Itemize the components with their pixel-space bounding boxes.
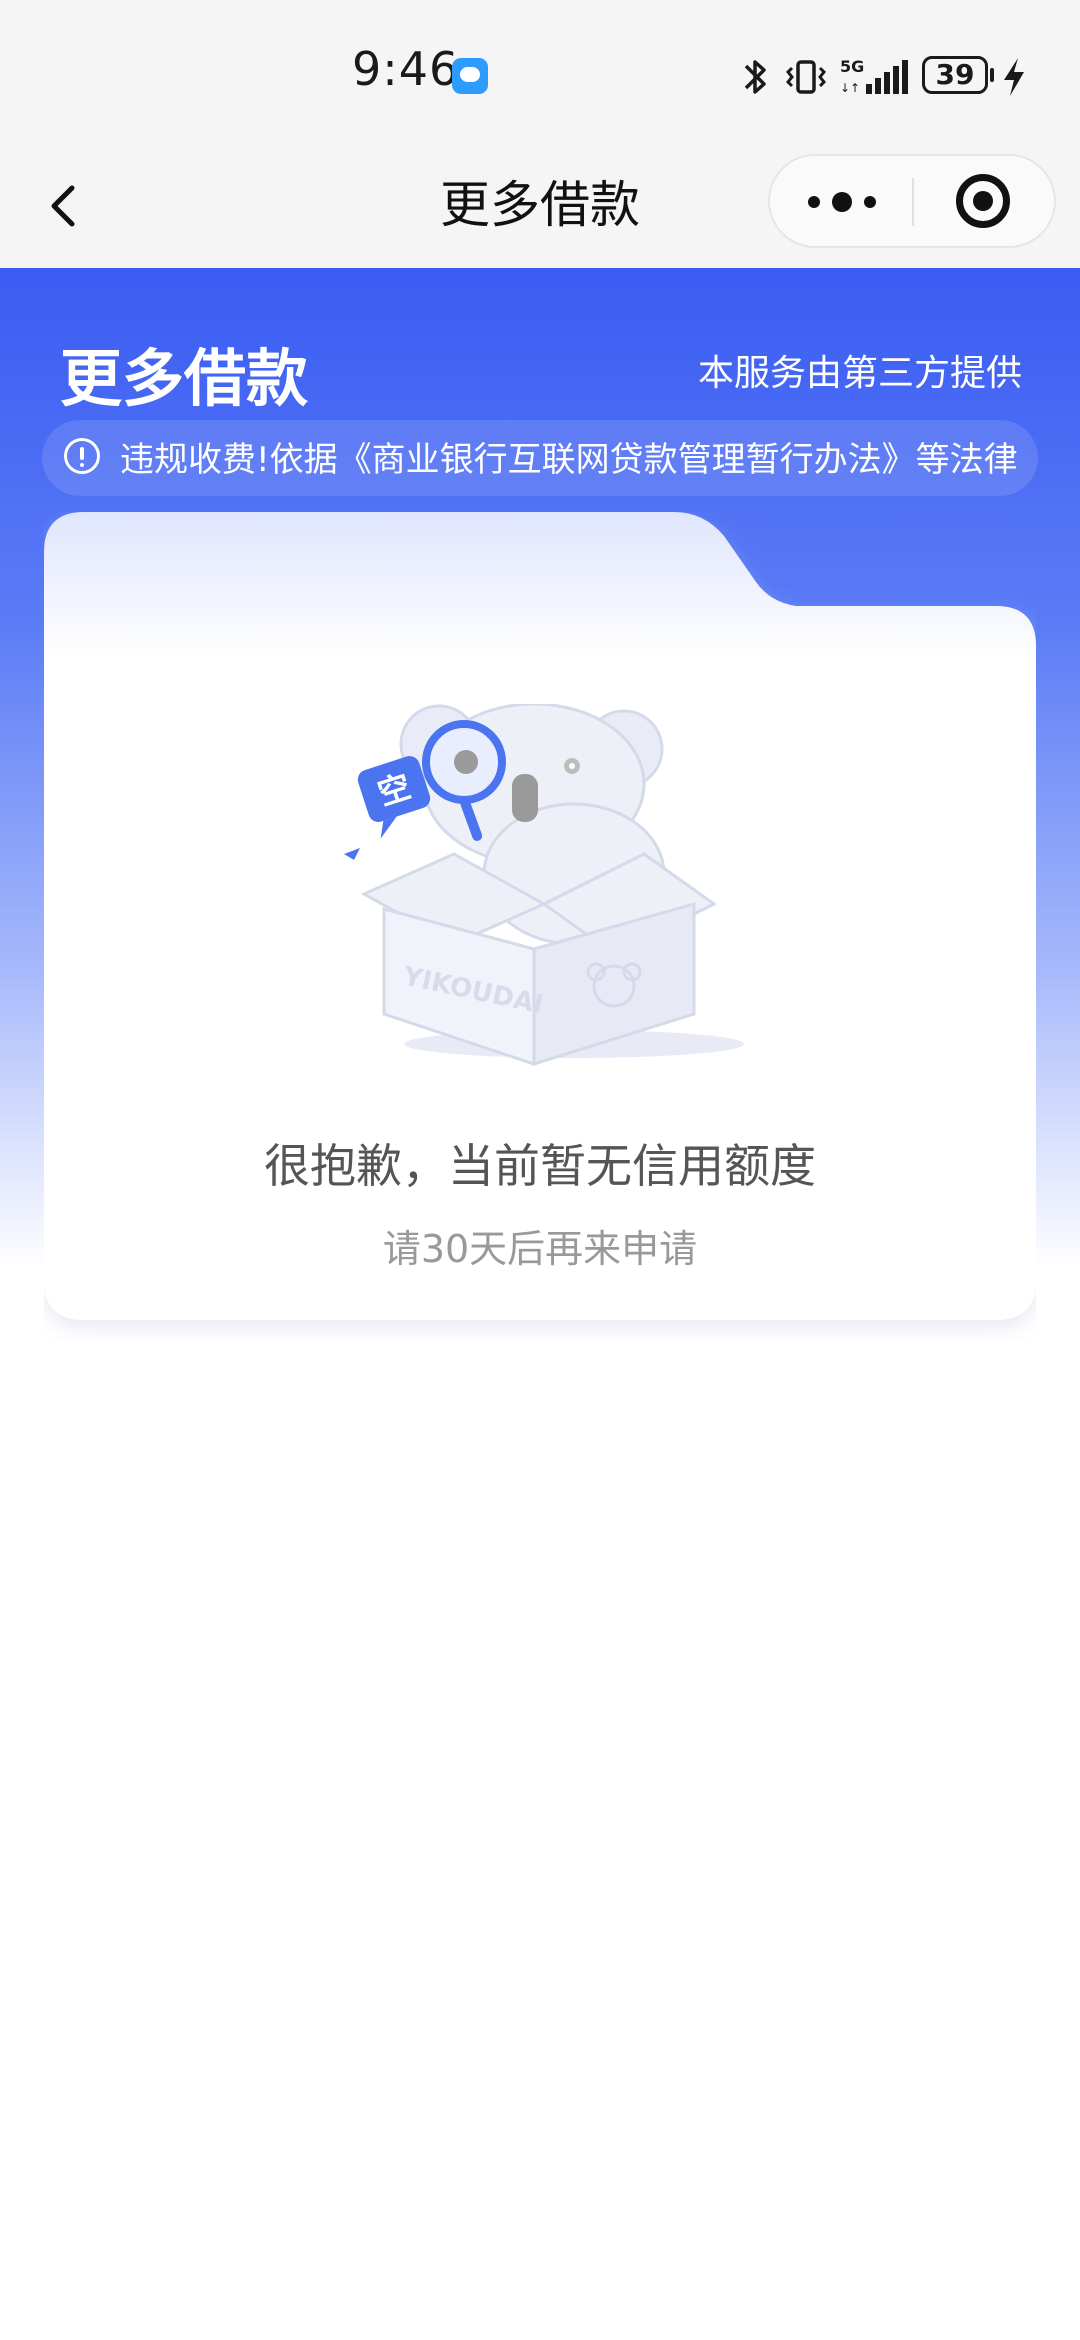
notice-text: 违规收费!依据《商业银行互联网贷款管理暂行办法》等法律: [120, 440, 1018, 480]
more-dots-icon: [864, 196, 876, 208]
more-button[interactable]: [770, 156, 912, 246]
vibrate-icon: [786, 60, 826, 94]
status-time: 9:46: [352, 42, 460, 96]
close-button[interactable]: [914, 156, 1054, 246]
message-icon: [452, 58, 488, 94]
charging-icon: [1004, 58, 1024, 96]
page: 9:46 5G ↓↑ 39 更多借款 更多借款 本服务由第三方提供 违规收费!依…: [0, 0, 1080, 2340]
notice-bar[interactable]: 违规收费!依据《商业银行互联网贷款管理暂行办法》等法律: [42, 420, 1038, 496]
mini-program-capsule: [768, 154, 1056, 248]
empty-state-subtitle: 请30天后再来申请: [382, 1227, 698, 1271]
hero-title: 更多借款: [60, 342, 309, 415]
info-icon: [64, 438, 100, 474]
svg-text:5G: 5G: [840, 57, 864, 76]
provider-note: 本服务由第三方提供: [697, 353, 1022, 394]
bluetooth-icon: [744, 60, 766, 94]
status-bar: 9:46 5G ↓↑ 39: [0, 0, 1080, 150]
empty-state-title: 很抱歉，当前暂无信用额度: [264, 1139, 816, 1193]
nav-bar: 更多借款: [0, 150, 1080, 268]
empty-state-card: 空 YIKOUDAI 很抱歉，当前暂无信用额度 请30天后再来申请: [44, 512, 1036, 1340]
battery-tip: [990, 68, 994, 82]
svg-text:↓↑: ↓↑: [840, 81, 860, 95]
5g-signal-icon: 5G ↓↑: [840, 57, 908, 95]
more-dots-icon: [832, 192, 852, 212]
battery-icon: 39: [922, 56, 988, 94]
empty-koala-box-illustration: 空 YIKOUDAI: [344, 704, 744, 1067]
target-close-icon-core: [973, 191, 993, 211]
more-dots-icon: [808, 196, 820, 208]
